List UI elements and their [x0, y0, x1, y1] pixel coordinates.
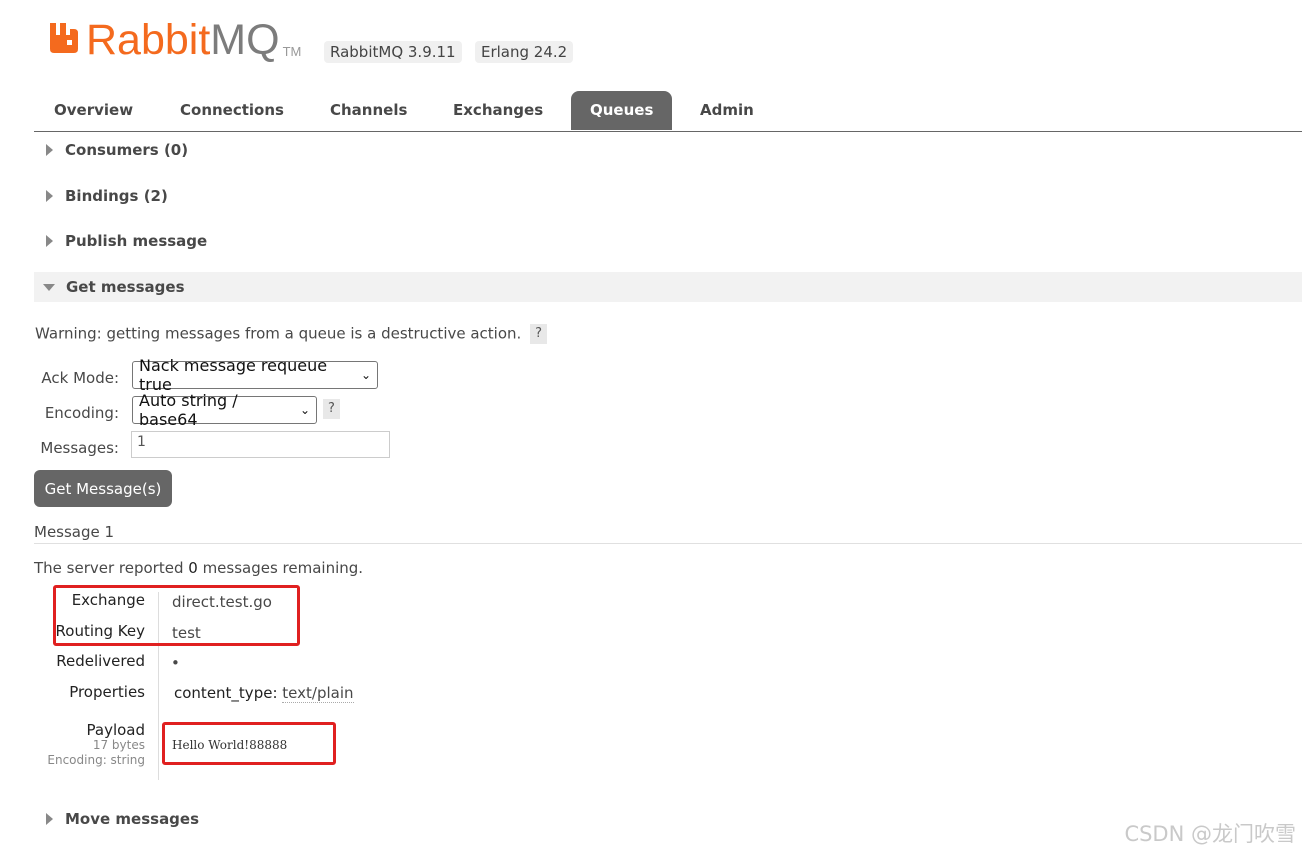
- section-publish-message[interactable]: Publish message: [34, 226, 1302, 256]
- expand-arrow-icon: [46, 144, 53, 156]
- highlight-box-payload: [162, 722, 336, 765]
- section-publish-label: Publish message: [65, 232, 208, 250]
- payload-label: Payload: [86, 721, 146, 739]
- redelivered-value: •: [171, 654, 180, 672]
- section-bindings[interactable]: Bindings (2): [34, 181, 1302, 211]
- tab-admin[interactable]: Admin: [681, 91, 773, 130]
- properties-label: Properties: [69, 683, 145, 701]
- section-consumers-label: Consumers (0): [65, 141, 189, 159]
- messages-remaining: The server reported 0 messages remaining…: [34, 559, 364, 577]
- expand-arrow-icon: [46, 235, 53, 247]
- logo-trademark: TM: [282, 44, 302, 59]
- encoding-label: Encoding:: [44, 404, 119, 422]
- rabbitmq-logo[interactable]: RabbitMQ TM: [48, 19, 302, 62]
- messages-count-input[interactable]: 1: [131, 431, 390, 458]
- payload-size: 17 bytes: [92, 738, 145, 752]
- section-consumers[interactable]: Consumers (0): [34, 135, 1302, 165]
- section-move-messages[interactable]: Move messages: [34, 804, 1302, 834]
- collapse-arrow-icon: [43, 283, 55, 291]
- tab-channels[interactable]: Channels: [311, 91, 426, 130]
- expand-arrow-icon: [46, 190, 53, 202]
- erlang-version-badge: Erlang 24.2: [475, 41, 574, 63]
- rabbit-logo-icon: [50, 23, 78, 53]
- redelivered-label: Redelivered: [56, 652, 145, 670]
- property-value: text/plain: [282, 684, 354, 703]
- expand-arrow-icon: [46, 813, 53, 825]
- messages-label: Messages:: [40, 439, 119, 457]
- divider: [34, 543, 1302, 544]
- tab-overview[interactable]: Overview: [35, 91, 152, 130]
- highlight-box-exchange-routing: [53, 585, 300, 646]
- section-move-label: Move messages: [65, 810, 200, 828]
- section-get-messages[interactable]: Get messages: [34, 272, 1302, 302]
- section-get-label: Get messages: [66, 278, 185, 296]
- chevron-down-icon: ⌄: [360, 368, 371, 382]
- encoding-help-icon[interactable]: ?: [323, 399, 340, 419]
- property-key: content_type:: [174, 684, 278, 702]
- property-row: content_type: text/plain: [174, 684, 354, 703]
- encoding-select[interactable]: Auto string / base64 ⌄: [132, 391, 317, 429]
- get-messages-button[interactable]: Get Message(s): [34, 470, 172, 507]
- tab-connections[interactable]: Connections: [161, 91, 303, 130]
- ack-mode-value: Nack message requeue true: [139, 356, 328, 394]
- watermark: CSDN @龙门吹雪: [1124, 822, 1296, 846]
- encoding-value: Auto string / base64: [139, 391, 238, 429]
- tab-queues[interactable]: Queues: [571, 91, 673, 130]
- ack-mode-select[interactable]: Nack message requeue true ⌄: [132, 356, 378, 394]
- ack-mode-label: Ack Mode:: [41, 369, 119, 387]
- main-nav-tabs: Overview Connections Channels Exchanges …: [34, 91, 1302, 132]
- chevron-down-icon: ⌄: [299, 403, 310, 417]
- logo-product: MQ: [210, 16, 280, 64]
- message-heading: Message 1: [34, 523, 115, 541]
- destructive-warning: Warning: getting messages from a queue i…: [35, 324, 548, 344]
- rabbitmq-version-badge: RabbitMQ 3.9.11: [324, 41, 462, 63]
- warning-help-icon[interactable]: ?: [530, 324, 548, 344]
- payload-encoding: Encoding: string: [47, 753, 145, 767]
- logo-brand: Rabbit: [86, 16, 211, 64]
- warning-text: Warning: getting messages from a queue i…: [35, 324, 522, 343]
- remaining-count: 0: [188, 559, 198, 577]
- tab-exchanges[interactable]: Exchanges: [434, 91, 562, 130]
- section-bindings-label: Bindings (2): [65, 187, 168, 205]
